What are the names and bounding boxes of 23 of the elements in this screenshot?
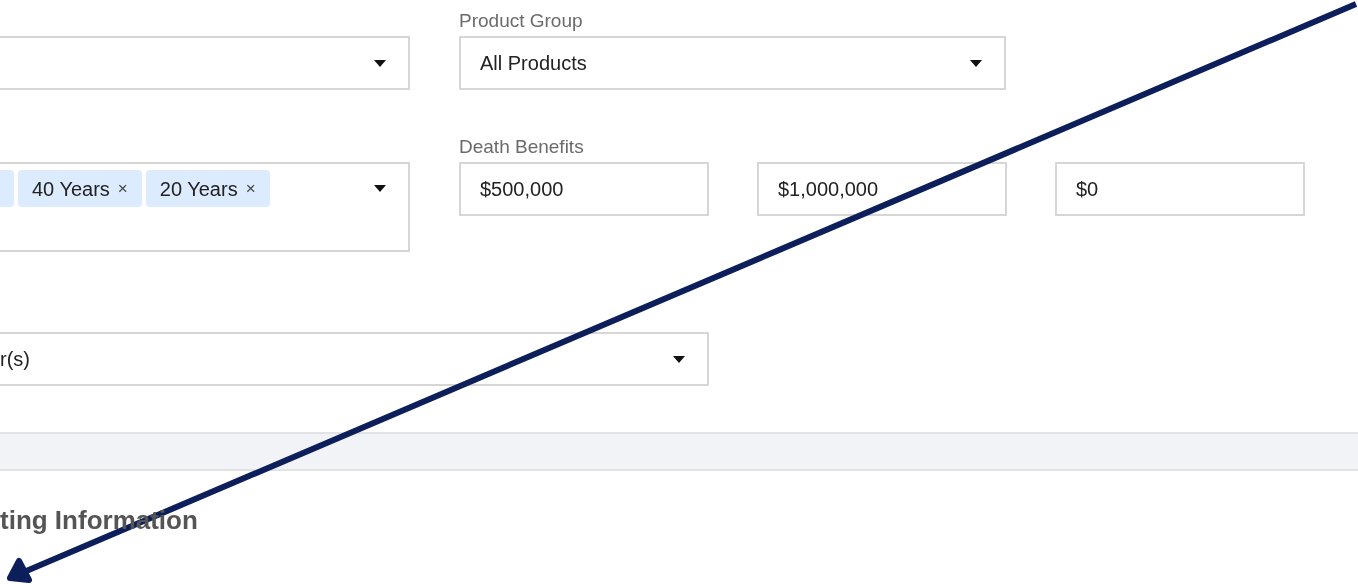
tag-label: 40 Years xyxy=(32,176,110,202)
dropdown[interactable] xyxy=(0,36,410,90)
remove-tag-button[interactable]: × xyxy=(117,175,128,202)
field-label: Product Group xyxy=(459,9,584,33)
amount-input[interactable]: $500,000 xyxy=(459,162,709,216)
input-value: $1,000,000 xyxy=(778,177,879,202)
tag-label: 20 Years xyxy=(159,176,238,202)
amount-input[interactable]: $0 xyxy=(1055,162,1305,216)
amount-input[interactable]: $1,000,000 xyxy=(757,162,1007,216)
caret-icon xyxy=(374,59,386,67)
input-value: $500,000 xyxy=(480,177,564,202)
caret-icon xyxy=(673,355,685,363)
product-group-dropdown[interactable]: All Products xyxy=(459,36,1006,90)
input-value: $0 xyxy=(1076,177,1099,202)
tag-chip xyxy=(0,170,14,207)
field-label: Death Benefits xyxy=(459,135,585,159)
remove-tag-button[interactable]: × xyxy=(245,175,256,202)
dropdown-value: r(s) xyxy=(0,347,30,372)
dropdown-value: All Products xyxy=(480,51,587,76)
caret-icon xyxy=(970,59,982,67)
dropdown[interactable]: r(s) xyxy=(0,332,709,386)
multi-select[interactable]: 40 Years × 20 Years × xyxy=(0,162,410,252)
caret-icon xyxy=(374,185,386,192)
